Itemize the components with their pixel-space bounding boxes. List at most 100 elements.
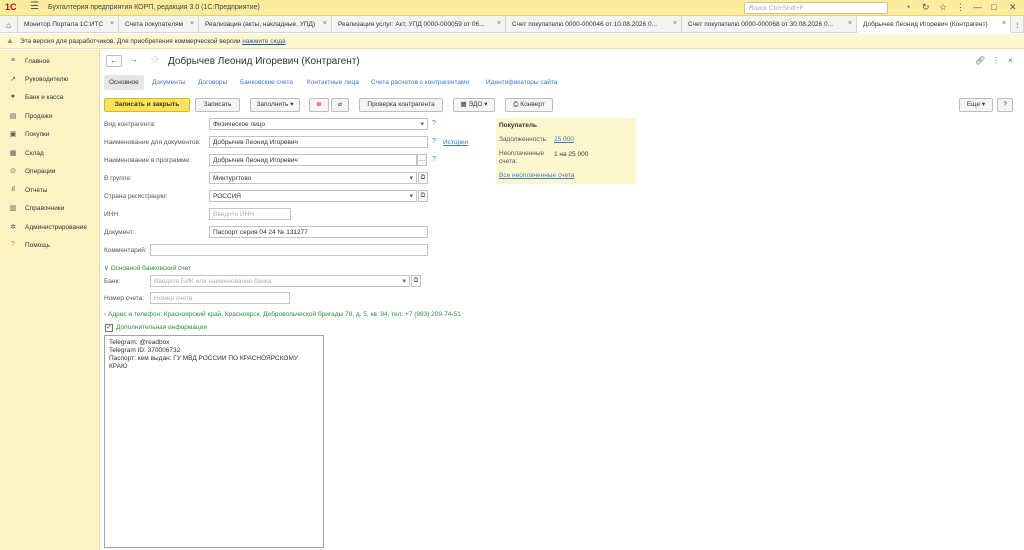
tab-invoice-46[interactable]: Счет покупателю 0000-000046 от 10.08.202… xyxy=(506,16,682,33)
tab-settlement-accounts[interactable]: Счета расчетов с контрагентами xyxy=(366,75,474,90)
tab-sales-act[interactable]: Реализация услуг: Акт, УПД 0000-000059 о… xyxy=(332,16,506,33)
form-menu-icon[interactable]: ⋮ xyxy=(992,56,1000,65)
country-open-icon[interactable]: ⧉ xyxy=(418,190,428,202)
sidebar-item-management[interactable]: ↗ Руководителю xyxy=(0,72,100,88)
search-input[interactable]: Поиск Ctrl+Shift+F ⌕ xyxy=(744,2,888,14)
link-icon[interactable]: 🔗︎ xyxy=(975,56,985,65)
bank-select[interactable]: Введите БИК или наименование банка xyxy=(150,275,410,287)
main-menu-icon[interactable]: ☰ xyxy=(30,1,39,12)
bank-section-title: Основной банковский счет xyxy=(110,265,191,272)
sidebar-item-warehouse[interactable]: ▦ Склад xyxy=(0,146,100,162)
bell-icon[interactable]: ◔ xyxy=(905,2,910,12)
sidebar-item-main[interactable]: ≡ Главное xyxy=(0,54,100,70)
kind-help-icon[interactable]: ? xyxy=(432,120,436,127)
back-button[interactable]: ← xyxy=(106,55,122,67)
tab-close-icon[interactable]: × xyxy=(110,20,114,27)
document-label: Документ: xyxy=(104,229,135,236)
fill-button[interactable]: Заполнить ▾ xyxy=(250,98,300,112)
tab-invoices[interactable]: Счета покупателям × xyxy=(119,16,199,33)
tab-counterparty[interactable]: Добрычев Леонид Игоревич (Контрагент) × xyxy=(857,16,1011,33)
tab-invoice-68[interactable]: Счет покупателю 0000-000068 от 30.08.202… xyxy=(682,16,857,33)
bank-section-toggle[interactable]: ∨ Основной банковский счет xyxy=(104,264,191,272)
debt-value-link[interactable]: 25 000 xyxy=(554,136,574,143)
sidebar-item-admin[interactable]: ✲ Администрирование xyxy=(0,220,100,236)
warning-message: Эта версия для разработчиков. Для приобр… xyxy=(20,38,241,45)
edo-button[interactable]: ▦ ЭДО ▾ xyxy=(453,98,495,112)
sidebar-item-label: Склад xyxy=(25,150,44,157)
sidebar-item-sales[interactable]: ▤ Продажи xyxy=(0,109,100,125)
sidebar-item-purchases[interactable]: ▣ Покупки xyxy=(0,127,100,143)
minimize-icon[interactable]: — xyxy=(973,2,982,12)
more-button[interactable]: Еще ▾ xyxy=(959,98,993,112)
tab-monitor[interactable]: Монитор Портала 1С:ИТС × xyxy=(18,16,119,33)
tab-close-icon[interactable]: × xyxy=(848,20,852,27)
favorite-star-icon[interactable]: ☆ xyxy=(150,53,160,66)
all-unpaid-link[interactable]: Все неоплаченные счета xyxy=(499,172,574,179)
close-icon[interactable]: ✕ xyxy=(1009,2,1017,13)
sidebar-item-operations[interactable]: ⊙ Операции xyxy=(0,164,100,180)
comment-label: Комментарий: xyxy=(104,247,147,254)
check-counterparty-button[interactable]: Проверка контрагента xyxy=(359,98,443,112)
forward-button[interactable]: → xyxy=(126,55,142,67)
address-section-toggle[interactable]: › Адрес и телефон: Красноярский край, Кр… xyxy=(104,311,461,318)
save-close-button[interactable]: Записать и закрыть xyxy=(104,98,190,112)
tab-close-icon[interactable]: × xyxy=(673,20,677,27)
maximize-icon[interactable]: □ xyxy=(991,2,996,12)
purchase-link[interactable]: нажмите сюда xyxy=(242,38,285,45)
form-close-icon[interactable]: × xyxy=(1008,56,1013,65)
progname-help-icon[interactable]: ? xyxy=(432,156,436,163)
address-value: Красноярский край, Красноярск, Доброволь… xyxy=(163,311,461,318)
trend-icon: ↗ xyxy=(10,76,16,83)
notes-textarea[interactable]: Telegram: @readbox Telegram ID: 37000673… xyxy=(104,335,324,548)
save-button[interactable]: Записать xyxy=(195,98,240,112)
sidebar-item-reports[interactable]: ıl Отчеты xyxy=(0,183,100,199)
bank-open-icon[interactable]: ⧉ xyxy=(411,275,421,287)
tab-contracts[interactable]: Договоры xyxy=(193,75,232,90)
sidebar: ≡ Главное ↗ Руководителю ● Банк и касса ▤ Пр… xyxy=(0,50,100,550)
tab-close-icon[interactable]: × xyxy=(497,20,501,27)
tab-close-icon[interactable]: × xyxy=(190,20,194,27)
tab-close-icon[interactable]: × xyxy=(323,20,327,27)
sidebar-item-label: Продажи xyxy=(25,113,53,120)
sidebar-item-catalogs[interactable]: ▥ Справочники xyxy=(0,201,100,217)
sidebar-item-label: Руководителю xyxy=(25,76,69,83)
menu-dots-icon[interactable]: ⋮ xyxy=(956,2,965,13)
kind-select[interactable]: Физическое лицо xyxy=(209,118,428,130)
group-select[interactable]: Минтургтово xyxy=(209,172,417,184)
tab-sales[interactable]: Реализация (акты, накладные, УПД) × xyxy=(199,16,332,33)
document-input[interactable]: Паспорт серия 04 24 № 131277 xyxy=(209,226,428,238)
tab-documents[interactable]: Документы xyxy=(147,75,191,90)
inn-input[interactable]: Введите ИНН xyxy=(209,208,291,220)
docname-input[interactable]: Добрычев Леонид Игоревич xyxy=(209,136,428,148)
account-input[interactable]: Номер счета xyxy=(150,292,290,304)
docname-help-icon[interactable]: ? xyxy=(432,138,436,145)
attach-icon[interactable]: ⌀ xyxy=(331,98,349,112)
tab-close-icon[interactable]: × xyxy=(1002,20,1006,27)
envelope-button[interactable]: ⎙ Конверт xyxy=(505,98,553,112)
group-open-icon[interactable]: ⧉ xyxy=(418,172,428,184)
tabs-menu-icon[interactable]: ⋮ xyxy=(1011,16,1024,33)
sidebar-item-label: Главное xyxy=(25,58,50,65)
tab-bank-accounts[interactable]: Банковские счета xyxy=(235,75,298,90)
star-icon[interactable]: ☆ xyxy=(939,2,947,13)
progname-select-button[interactable]: … xyxy=(417,154,427,166)
country-label: Страна регистрации: xyxy=(104,193,168,200)
home-icon[interactable]: ⌂ xyxy=(6,21,11,30)
tab-contacts[interactable]: Контактные лица xyxy=(302,75,364,90)
country-select[interactable]: РОССИЯ xyxy=(209,190,417,202)
sidebar-item-help[interactable]: ? Помощь xyxy=(0,238,100,254)
sidebar-item-bank[interactable]: ● Банк и касса xyxy=(0,90,100,106)
debt-label: Задолженность: xyxy=(499,136,548,143)
progname-input[interactable]: Добрычев Леонид Игоревич xyxy=(209,154,417,166)
comment-input[interactable] xyxy=(150,244,428,256)
tab-label: Реализация услуг: Акт, УПД 0000-000059 о… xyxy=(338,21,485,28)
search-icon[interactable]: ⌕ xyxy=(749,4,884,12)
tab-site-ids[interactable]: Идентификаторы сайта xyxy=(481,75,562,90)
history-icon[interactable]: ↻ xyxy=(922,2,930,13)
help-button[interactable]: ? xyxy=(997,98,1013,112)
tab-main[interactable]: Основное xyxy=(104,75,144,90)
structure-icon[interactable]: ⊛ xyxy=(309,98,329,112)
extra-info-checkbox[interactable]: ✓ xyxy=(105,324,113,332)
home-tab[interactable]: ⌂ xyxy=(0,16,18,33)
history-link[interactable]: История xyxy=(443,139,468,146)
